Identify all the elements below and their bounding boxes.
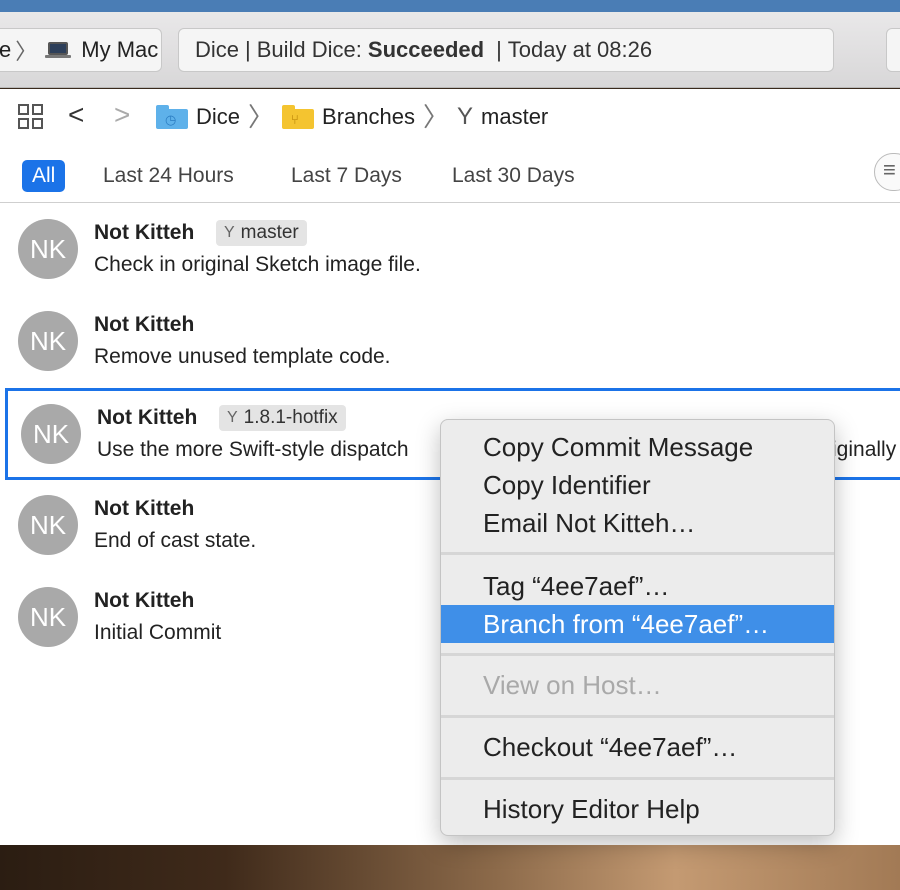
menu-separator [441, 715, 834, 718]
back-chevron-icon[interactable]: < [68, 99, 84, 131]
menu-item-email-author[interactable]: Email Not Kitteh… [441, 504, 834, 542]
status-time: Today at 08:26 [507, 37, 653, 62]
commit-context-menu: Copy Commit Message Copy Identifier Emai… [440, 419, 835, 836]
scheme-name-truncated: e [0, 37, 12, 62]
commit-message: Use the more Swift-style dispatch [97, 438, 409, 461]
commit-message: Initial Commit [94, 621, 222, 644]
commit-author: Not Kitteh [94, 313, 195, 336]
chevron-right-icon: 〉 [248, 102, 275, 132]
commit-message: Check in original Sketch image file. [94, 253, 421, 276]
menu-item-view-on-host: View on Host… [483, 669, 662, 700]
project-folder-icon: ◷ [156, 105, 188, 129]
commit-row[interactable]: NK Not Kitteh Ymaster Check in original … [0, 203, 900, 295]
menu-item-history-editor-help[interactable]: History Editor Help [441, 790, 834, 828]
commit-message: End of cast state. [94, 529, 257, 552]
filter-last-30-days[interactable]: Last 30 Days [442, 160, 585, 192]
menu-item-copy-identifier[interactable]: Copy Identifier [441, 466, 834, 504]
menu-separator [441, 653, 834, 656]
menu-separator [441, 777, 834, 780]
avatar: NK [18, 219, 78, 279]
chevron-right-icon: 〉 [15, 39, 38, 64]
status-result: Succeeded [367, 37, 485, 62]
menu-item-copy-commit-message[interactable]: Copy Commit Message [441, 428, 834, 466]
breadcrumb-item-branches[interactable]: Branches [322, 104, 415, 130]
menu-item-tag[interactable]: Tag “4ee7aef”… [441, 567, 834, 605]
commit-author: Not Kitteh [94, 221, 195, 244]
status-action: Build Dice: [256, 37, 362, 62]
related-items-grid-icon[interactable] [18, 104, 44, 130]
destination-label: My Mac [81, 37, 159, 62]
commit-row[interactable]: NK Not Kitteh Remove unused template cod… [0, 295, 900, 387]
filter-last-7-days[interactable]: Last 7 Days [281, 160, 412, 192]
status-project: Dice [195, 37, 240, 62]
jump-bar: < > ◷ Dice 〉 ⑂ Branches 〉 Y master [0, 89, 900, 143]
breadcrumb-item-master[interactable]: master [481, 104, 548, 130]
activity-status-bar: Dice | Build Dice: Succeeded | Today at … [178, 28, 834, 72]
menu-item-branch-from[interactable]: Branch from “4ee7aef”… [441, 605, 834, 643]
commit-author: Not Kitteh [94, 589, 195, 612]
commit-message-tail: iginally [832, 438, 897, 461]
chevron-right-icon: 〉 [422, 102, 449, 132]
branch-icon: Y [227, 409, 238, 426]
branch-icon: Y [457, 103, 474, 130]
commit-message: Remove unused template code. [94, 345, 391, 368]
window-toolbar: e 〉 My Mac Dice | Build Dice: Succeeded … [0, 12, 900, 88]
avatar: NK [18, 587, 78, 647]
avatar: NK [21, 404, 81, 464]
branch-badge: Ymaster [216, 220, 307, 246]
breadcrumb-item-dice[interactable]: Dice [196, 104, 240, 130]
menu-separator [441, 552, 834, 555]
desktop-wallpaper [0, 845, 900, 890]
menu-item-checkout[interactable]: Checkout “4ee7aef”… [441, 728, 834, 766]
commit-author: Not Kitteh [94, 497, 195, 520]
date-filter-bar: All Last 24 Hours Last 7 Days Last 30 Da… [0, 143, 900, 203]
desktop-menubar-edge [0, 0, 900, 12]
branch-badge: Y 1.8.1-hotfix [219, 405, 346, 431]
branches-folder-icon: ⑂ [282, 105, 315, 129]
forward-chevron-icon[interactable]: > [114, 99, 130, 131]
avatar: NK [18, 495, 78, 555]
branch-icon: Y [224, 224, 235, 241]
scheme-destination-selector[interactable]: e 〉 My Mac [0, 28, 162, 72]
breadcrumb: ◷ Dice 〉 ⑂ Branches 〉 Y master [156, 101, 548, 133]
filter-last-24-hours[interactable]: Last 24 Hours [93, 160, 244, 192]
commit-author: Not Kitteh [97, 406, 198, 429]
toolbar-right-button[interactable] [886, 28, 900, 72]
filter-all[interactable]: All [22, 160, 66, 192]
avatar: NK [18, 311, 78, 371]
macbook-icon [45, 42, 72, 58]
